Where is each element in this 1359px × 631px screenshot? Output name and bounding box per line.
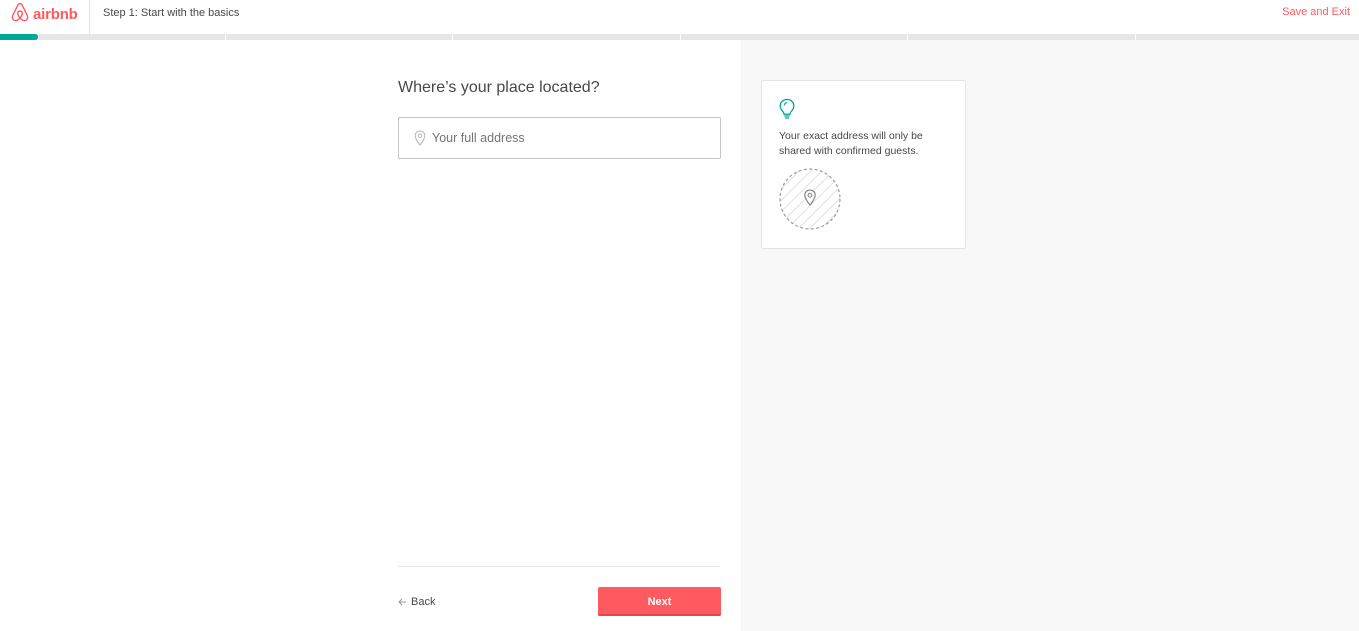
location-pin-icon: [412, 129, 428, 147]
top-bar: airbnb Step 1: Start with the basics Sav…: [0, 0, 1359, 34]
logo-wordmark: airbnb: [33, 5, 78, 23]
arrow-left-icon: [398, 593, 407, 611]
main-form: Where’s your place located? Back Next: [398, 40, 721, 631]
footer-divider: [398, 566, 720, 567]
header-divider: [89, 0, 90, 34]
tip-text: Your exact address will only be shared w…: [779, 130, 923, 157]
airbnb-belo-icon: [10, 1, 30, 28]
progress-fill: [0, 34, 38, 40]
page-title: Where’s your place located?: [398, 79, 600, 96]
address-input[interactable]: [432, 131, 702, 145]
logo[interactable]: airbnb: [10, 1, 78, 28]
lightbulb-icon: [778, 98, 796, 125]
progress-segment-divider: [225, 34, 226, 40]
save-and-exit-link[interactable]: Save and Exit: [1282, 6, 1350, 18]
back-label: Back: [411, 596, 436, 608]
map-pin-icon: [779, 168, 841, 230]
address-field[interactable]: [398, 117, 721, 159]
step-title: Step 1: Start with the basics: [103, 7, 240, 19]
back-button[interactable]: Back: [398, 593, 435, 611]
next-button[interactable]: Next: [598, 587, 721, 616]
tip-card: Your exact address will only be shared w…: [761, 80, 966, 249]
